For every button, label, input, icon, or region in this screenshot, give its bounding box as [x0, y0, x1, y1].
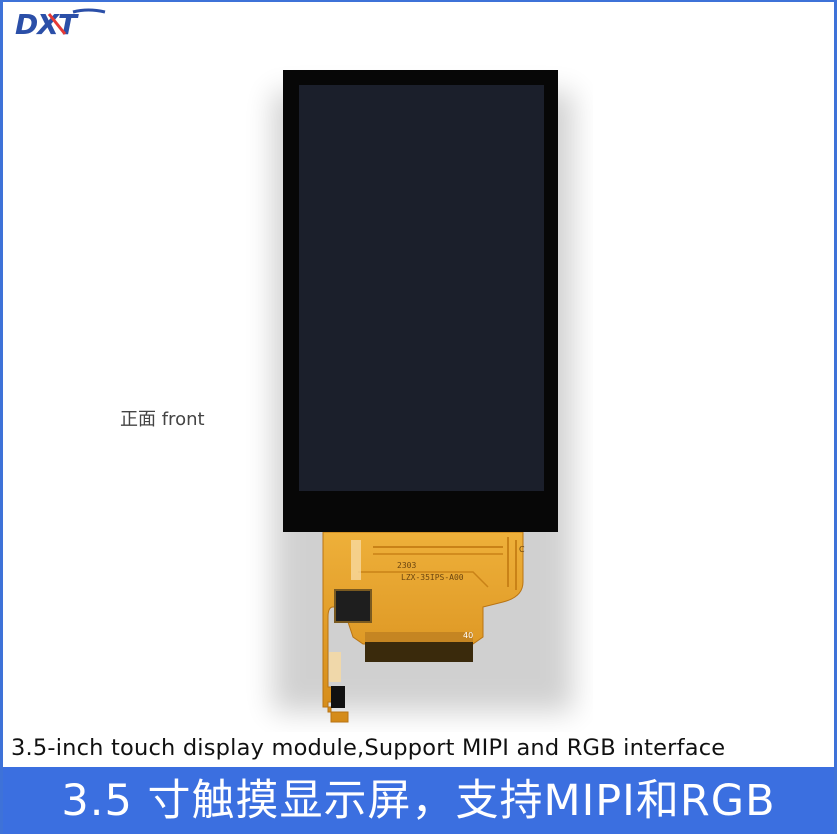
front-view-label: 正面 front	[120, 409, 205, 430]
fpc-code-text: 2303	[397, 561, 416, 570]
chinese-title-banner: 3.5 寸触摸显示屏，支持MIPI和RGB	[3, 767, 834, 834]
fpc-corner-label: C	[519, 545, 525, 554]
fpc-model-text: LZX-35IPS-A00	[401, 573, 464, 582]
display-screen	[299, 85, 544, 491]
svg-text:DXT: DXT	[15, 8, 79, 41]
english-caption: 3.5-inch touch display module,Support MI…	[11, 735, 726, 761]
fpc-pin-label: 40	[463, 631, 473, 640]
display-module-illustration: 2303 LZX-35IPS-A00 40 C	[273, 70, 573, 723]
dxt-logo: DXT	[15, 8, 106, 41]
product-image-frame: DXT 正面 front 2303 LZX-35IPS-A00 40 C 3.5…	[0, 0, 837, 834]
